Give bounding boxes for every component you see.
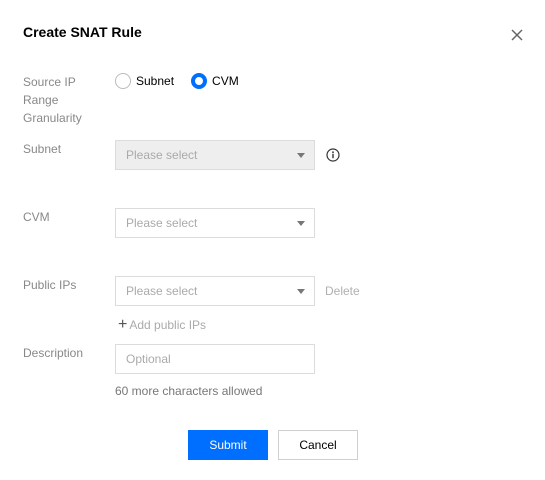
source-range-label: Source IP Range Granularity xyxy=(23,73,82,127)
info-icon[interactable] xyxy=(326,148,340,162)
radio-cvm-label[interactable]: CVM xyxy=(212,74,239,88)
source-range-label-line-2: Range xyxy=(23,93,59,107)
radio-subnet[interactable]: Subnet xyxy=(115,73,174,89)
close-icon[interactable] xyxy=(507,25,527,45)
cvm-label: CVM xyxy=(23,210,50,224)
source-range-label-line-1: Source IP xyxy=(23,75,76,89)
subnet-select[interactable]: Please select xyxy=(115,140,315,170)
source-range-label-line-3: Granularity xyxy=(23,111,82,125)
public-ips-label: Public IPs xyxy=(23,278,77,292)
cvm-select[interactable]: Please select xyxy=(115,208,315,238)
subnet-label: Subnet xyxy=(23,142,62,156)
dialog-title: Create SNAT Rule xyxy=(23,24,142,40)
caret-down-icon xyxy=(297,153,305,158)
submit-button[interactable]: Submit xyxy=(188,430,268,460)
public-ip-select[interactable]: Please select xyxy=(115,276,315,306)
radio-subnet-label[interactable]: Subnet xyxy=(136,74,174,88)
caret-down-icon xyxy=(297,289,305,294)
plus-icon: + xyxy=(118,316,128,333)
description-label: Description xyxy=(23,346,84,360)
radio-subnet-dot[interactable] xyxy=(115,73,131,89)
add-public-ip-label[interactable]: Add public IPs xyxy=(129,318,206,332)
radio-cvm[interactable]: CVM xyxy=(191,73,239,89)
create-snat-rule-dialog: Create SNAT Rule Source IP Range Granula… xyxy=(0,0,545,480)
subnet-select-placeholder: Please select xyxy=(126,148,198,162)
description-input[interactable]: Optional xyxy=(115,344,315,374)
source-range-radio-group: Subnet CVM xyxy=(115,73,256,89)
cvm-select-placeholder: Please select xyxy=(126,216,198,230)
delete-public-ip-link[interactable]: Delete xyxy=(325,284,360,298)
add-public-ip-link[interactable]: + Add public IPs xyxy=(118,316,206,333)
cancel-button[interactable]: Cancel xyxy=(278,430,358,460)
description-char-hint: 60 more characters allowed xyxy=(115,384,263,398)
radio-cvm-dot[interactable] xyxy=(191,73,208,89)
description-placeholder: Optional xyxy=(126,352,171,366)
public-ip-select-placeholder: Please select xyxy=(126,284,198,298)
caret-down-icon xyxy=(297,221,305,226)
